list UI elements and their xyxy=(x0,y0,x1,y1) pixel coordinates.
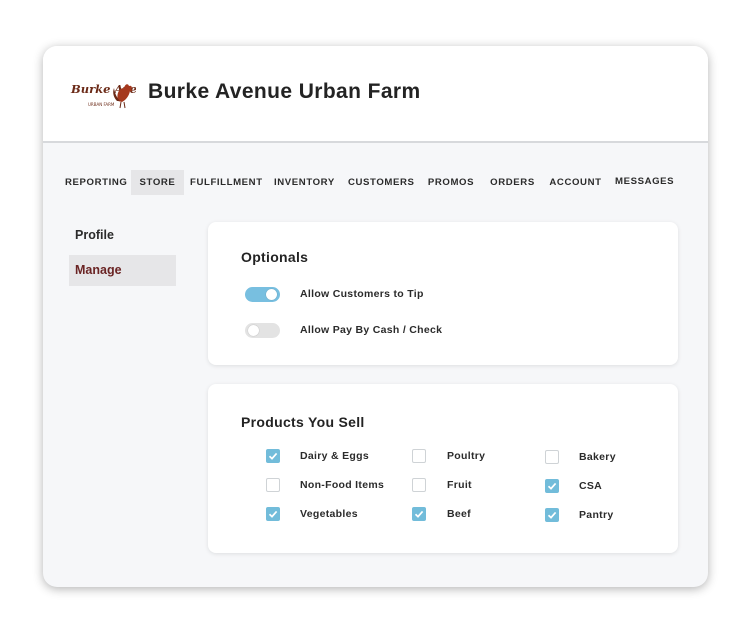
csa-label: CSA xyxy=(579,480,603,492)
pantry-label: Pantry xyxy=(579,509,614,521)
bakery-label: Bakery xyxy=(579,451,616,463)
nav-orders[interactable]: ORDERS xyxy=(489,170,536,195)
vegetables-label: Vegetables xyxy=(300,508,358,520)
nav-promos[interactable]: PROMOS xyxy=(427,170,475,195)
optionals-title: Optionals xyxy=(241,249,309,265)
main-nav: REPORTING STORE FULFILLMENT INVENTORY CU… xyxy=(43,170,708,196)
check-icon xyxy=(547,482,557,490)
beef-checkbox[interactable] xyxy=(412,507,426,521)
beef-label: Beef xyxy=(447,508,471,520)
cash-check-toggle-label: Allow Pay By Cash / Check xyxy=(300,324,443,336)
non-food-checkbox[interactable] xyxy=(266,478,280,492)
poultry-label: Poultry xyxy=(447,450,486,462)
products-card: Products You Sell Dairy & Eggs Poultry B… xyxy=(208,384,678,553)
sidebar-item-manage[interactable]: Manage xyxy=(69,255,176,286)
fruit-label: Fruit xyxy=(447,479,472,491)
fruit-checkbox[interactable] xyxy=(412,478,426,492)
nav-fulfillment[interactable]: FULFILLMENT xyxy=(190,170,262,195)
vegetables-checkbox[interactable] xyxy=(266,507,280,521)
optionals-card: Optionals Allow Customers to Tip Allow P… xyxy=(208,222,678,365)
nav-messages[interactable]: MESSAGES xyxy=(615,169,674,194)
nav-reporting[interactable]: REPORTING xyxy=(65,170,127,195)
nav-customers[interactable]: CUSTOMERS xyxy=(348,170,414,195)
farm-logo: Burke Avenue URBAN FARM xyxy=(70,82,136,109)
toggle-knob xyxy=(248,325,259,336)
bakery-checkbox[interactable] xyxy=(545,450,559,464)
nav-store[interactable]: STORE xyxy=(131,170,184,195)
dairy-eggs-checkbox[interactable] xyxy=(266,449,280,463)
check-icon xyxy=(268,452,278,460)
check-icon xyxy=(268,510,278,518)
toggle-knob xyxy=(266,289,277,300)
check-icon xyxy=(414,510,424,518)
tip-toggle-label: Allow Customers to Tip xyxy=(300,288,424,300)
dairy-eggs-label: Dairy & Eggs xyxy=(300,450,369,462)
header: Burke Avenue URBAN FARM Burke Avenue Urb… xyxy=(43,46,708,143)
csa-checkbox[interactable] xyxy=(545,479,559,493)
logo-subtext: URBAN FARM xyxy=(88,102,115,107)
app-window: Burke Avenue URBAN FARM Burke Avenue Urb… xyxy=(43,46,708,587)
tip-toggle[interactable] xyxy=(245,287,280,302)
products-title: Products You Sell xyxy=(241,414,365,430)
sidebar-item-profile[interactable]: Profile xyxy=(69,220,176,251)
farm-title: Burke Avenue Urban Farm xyxy=(148,80,421,103)
pantry-checkbox[interactable] xyxy=(545,508,559,522)
check-icon xyxy=(547,511,557,519)
poultry-checkbox[interactable] xyxy=(412,449,426,463)
non-food-label: Non-Food Items xyxy=(300,479,385,491)
nav-account[interactable]: ACCOUNT xyxy=(548,170,603,195)
cash-check-toggle[interactable] xyxy=(245,323,280,338)
nav-inventory[interactable]: INVENTORY xyxy=(274,170,334,195)
